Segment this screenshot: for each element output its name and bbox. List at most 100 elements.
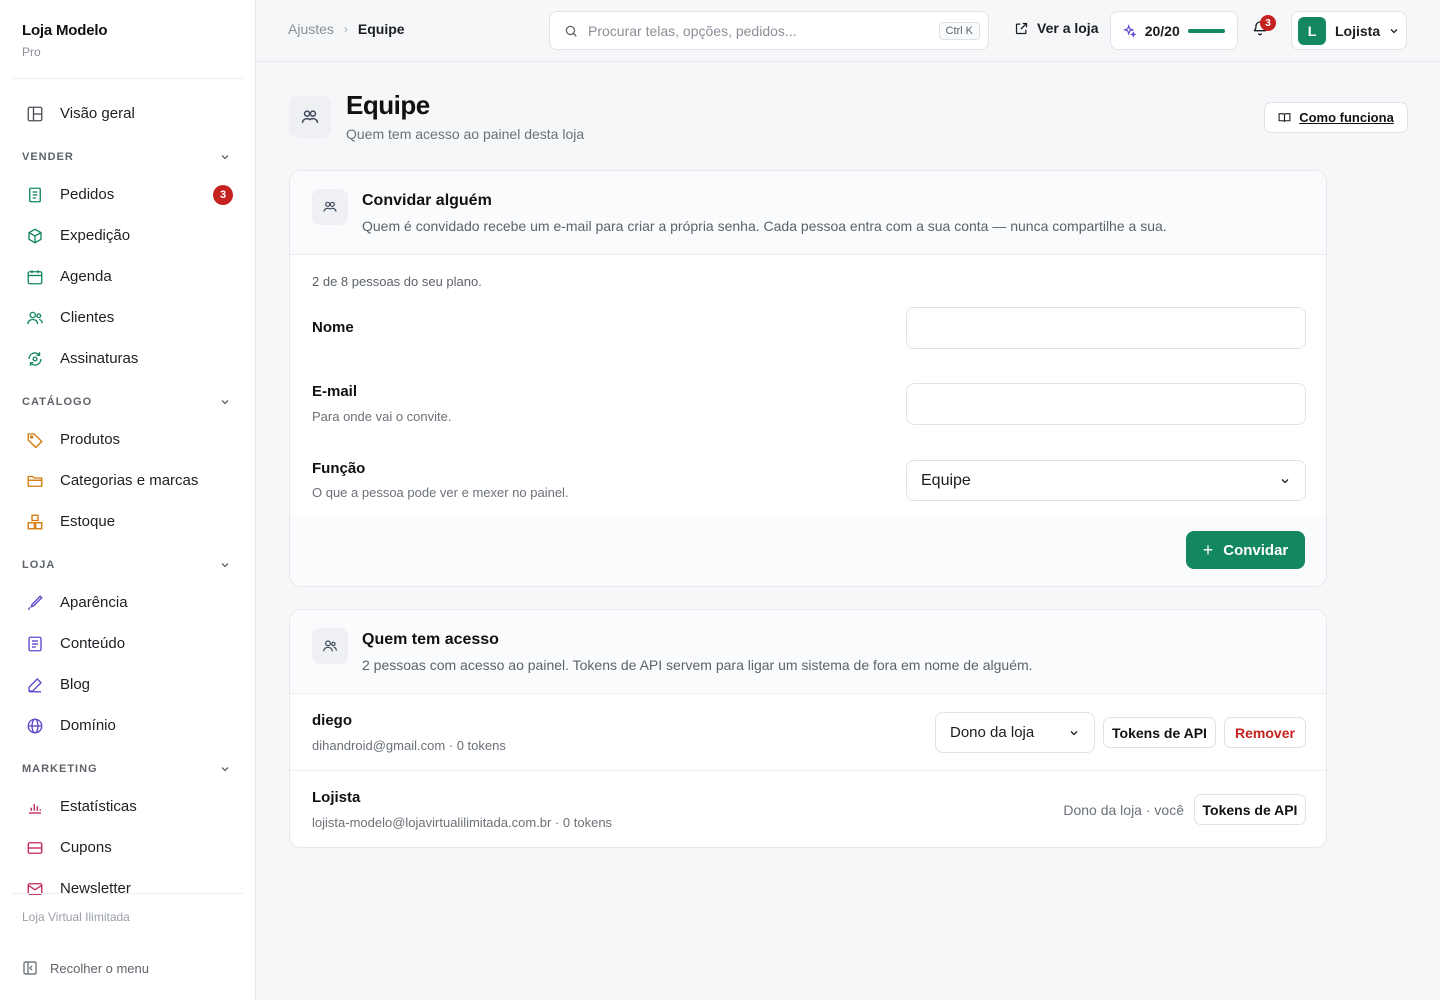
receipt-icon xyxy=(26,186,44,204)
sidebar-item-subscriptions[interactable]: Assinaturas xyxy=(0,338,255,379)
email-input[interactable] xyxy=(906,383,1306,425)
nav-section-title: MARKETING xyxy=(22,763,98,775)
breadcrumb: Ajustes › Equipe xyxy=(288,21,405,37)
users-icon xyxy=(26,309,44,327)
member-meta: lojista-modelo@lojavirtualilimitada.com.… xyxy=(312,815,612,830)
user-menu[interactable]: L Lojista xyxy=(1291,11,1407,50)
sidebar-item-label: Blog xyxy=(60,676,91,693)
access-card-title: Quem tem acesso xyxy=(362,631,499,648)
breadcrumb-current: Equipe xyxy=(357,21,405,37)
collapse-sidebar-icon xyxy=(23,961,37,975)
sidebar-item-overview[interactable]: Visão geral xyxy=(0,93,255,134)
team-icon xyxy=(312,189,348,225)
sidebar-item-domain[interactable]: Domínio xyxy=(0,705,255,746)
sidebar-item-label: Clientes xyxy=(60,309,115,326)
role-select[interactable]: Equipe xyxy=(906,460,1306,501)
sidebar-item-coupons[interactable]: Cupons xyxy=(0,827,255,868)
name-label: Nome xyxy=(312,319,354,336)
access-card: Quem tem acesso 2 pessoas com acesso ao … xyxy=(289,609,1327,848)
sidebar-item-statistics[interactable]: Estatísticas xyxy=(0,786,255,827)
collapse-menu-label: Recolher o menu xyxy=(50,960,149,976)
sidebar-item-content[interactable]: Conteúdo xyxy=(0,623,255,664)
how-it-works-button[interactable]: Como funciona xyxy=(1264,102,1408,133)
sidebar-item-products[interactable]: Produtos xyxy=(0,419,255,460)
quota-value: 20/20 xyxy=(1144,22,1180,39)
api-tokens-button[interactable]: Tokens de API xyxy=(1103,717,1216,748)
chevron-down-icon xyxy=(221,400,229,405)
sidebar-item-shipping[interactable]: Expedição xyxy=(0,215,255,256)
invite-card: Convidar alguém Quem é convidado recebe … xyxy=(289,170,1327,587)
sidebar-item-blog[interactable]: Blog xyxy=(0,664,255,705)
sidebar-item-appearance[interactable]: Aparência xyxy=(0,582,255,623)
bar-chart-icon xyxy=(26,798,44,816)
role-select-value: Equipe xyxy=(921,471,971,489)
sidebar-item-label: Cupons xyxy=(60,839,112,856)
sidebar-item-stock[interactable]: Estoque xyxy=(0,501,255,542)
member-name: Lojista xyxy=(312,789,361,806)
users-icon xyxy=(312,628,348,664)
api-tokens-button[interactable]: Tokens de API xyxy=(1194,794,1306,825)
member-token-count: 0 tokens xyxy=(562,815,613,830)
avatar: L xyxy=(1298,16,1326,45)
nav-section-loja[interactable]: LOJA xyxy=(0,548,255,582)
search-box[interactable]: Ctrl K xyxy=(549,11,989,50)
notifications-badge: 3 xyxy=(1260,15,1276,31)
search-input[interactable] xyxy=(588,22,939,39)
collapse-menu-button[interactable]: Recolher o menu xyxy=(0,946,255,990)
sidebar-item-label: Conteúdo xyxy=(60,635,126,652)
role-label: Função xyxy=(312,460,366,477)
folder-icon xyxy=(26,472,44,490)
how-it-works-label: Como funciona xyxy=(1299,110,1394,125)
plus-icon: + xyxy=(1202,539,1214,560)
sidebar-item-schedule[interactable]: Agenda xyxy=(0,256,255,297)
invite-button[interactable]: + Convidar xyxy=(1186,531,1305,569)
box-icon xyxy=(26,227,44,245)
member-name: diego xyxy=(312,712,352,729)
member-role-select[interactable]: Dono da loja xyxy=(935,712,1095,753)
notifications-button[interactable]: 3 xyxy=(1252,15,1276,40)
calendar-icon xyxy=(26,268,44,286)
member-role-value: Dono da loja xyxy=(950,724,1035,741)
sidebar-item-label: Aparência xyxy=(60,594,128,611)
sidebar-item-label: Visão geral xyxy=(60,105,135,122)
nav-section-marketing[interactable]: MARKETING xyxy=(0,752,255,786)
sidebar-item-label: Assinaturas xyxy=(60,350,139,367)
sidebar-item-orders[interactable]: Pedidos 3 xyxy=(0,174,255,215)
member-row: diego dihandroid@gmail.com · 0 tokens Do… xyxy=(290,694,1326,771)
usage-quota[interactable]: 20/20 xyxy=(1110,11,1238,50)
nav-section-title: LOJA xyxy=(22,559,56,571)
sidebar-item-categories[interactable]: Categorias e marcas xyxy=(0,460,255,501)
name-input[interactable] xyxy=(906,307,1306,349)
sidebar-item-label: Estatísticas xyxy=(60,798,137,815)
breadcrumb-settings[interactable]: Ajustes xyxy=(288,21,334,37)
meta-separator: · xyxy=(445,738,457,753)
chevron-down-icon xyxy=(1390,28,1398,33)
sidebar-footer: Loja Virtual Ilimitada Recolher o menu xyxy=(0,893,255,1000)
sidebar-item-label: Categorias e marcas xyxy=(60,472,199,489)
globe-icon xyxy=(26,717,44,735)
quota-progress-bar xyxy=(1187,28,1225,33)
book-icon xyxy=(1278,113,1291,122)
member-email: lojista-modelo@lojavirtualilimitada.com.… xyxy=(312,815,552,830)
member-email: dihandroid@gmail.com xyxy=(312,738,446,753)
access-card-header: Quem tem acesso 2 pessoas com acesso ao … xyxy=(290,610,1326,694)
invite-card-description: Quem é convidado recebe um e-mail para c… xyxy=(362,218,1167,234)
sidebar-item-label: Domínio xyxy=(60,717,116,734)
sidebar-item-label: Pedidos xyxy=(60,186,115,203)
brand-name: Loja Modelo xyxy=(22,22,108,39)
remove-member-button[interactable]: Remover xyxy=(1224,717,1306,748)
user-name: Lojista xyxy=(1335,22,1381,39)
nav-section-vender[interactable]: VENDER xyxy=(0,140,255,174)
nav-section-catalogo[interactable]: CATÁLOGO xyxy=(0,385,255,419)
recurring-icon xyxy=(26,350,44,368)
search-icon xyxy=(565,25,577,37)
sidebar-item-label: Agenda xyxy=(60,268,112,285)
view-store-link[interactable]: Ver a loja xyxy=(1014,20,1098,36)
meta-separator: · xyxy=(551,815,563,830)
member-role-static: Dono da loja · você xyxy=(1063,802,1184,818)
sidebar-item-customers[interactable]: Clientes xyxy=(0,297,255,338)
member-row: Lojista lojista-modelo@lojavirtualilimit… xyxy=(290,771,1326,847)
invite-button-label: Convidar xyxy=(1223,541,1289,559)
chevron-right-icon: › xyxy=(343,22,348,36)
quota-progress-fill xyxy=(1187,28,1225,33)
